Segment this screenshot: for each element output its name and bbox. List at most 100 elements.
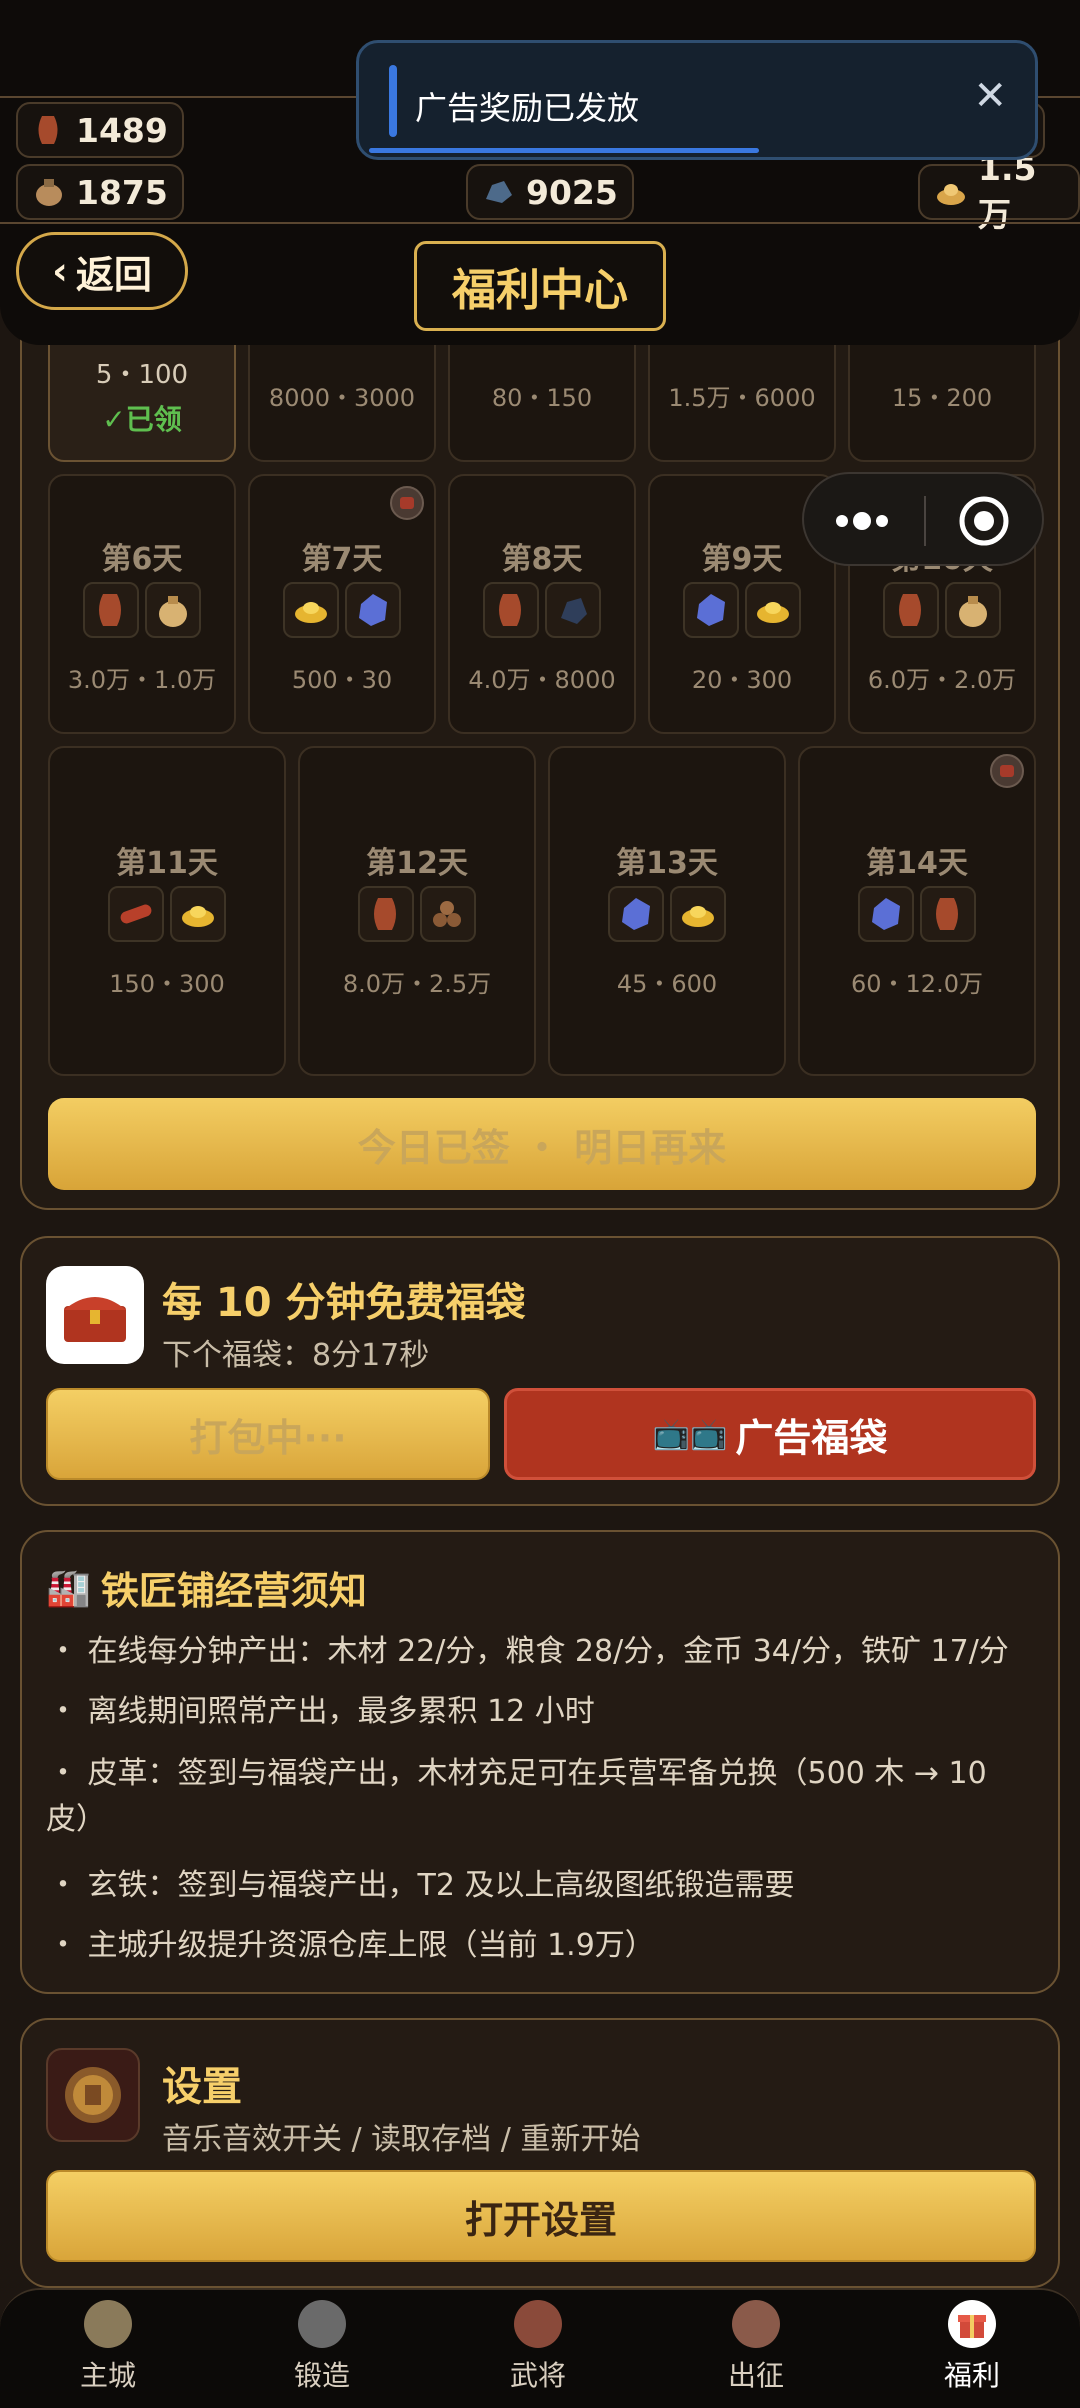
resource-iron: 9025 xyxy=(466,164,634,220)
notice-line: ・ 玄铁：签到与福袋产出，T2 及以上高级图纸锻造需要 xyxy=(48,1868,795,1903)
nav-item-welfare[interactable]: 福利 xyxy=(912,2300,1032,2394)
toast-notification: 广告奖励已发放 ✕ xyxy=(356,40,1038,160)
lucky-bag-card: 每 10 分钟免费福袋 下个福袋：8分17秒 打包中··· 📺📺 广告福袋 xyxy=(20,1236,1060,1506)
day-values: 8.0万・2.5万 xyxy=(342,970,492,998)
day-values: 3.0万・1.0万 xyxy=(67,666,217,694)
day-label: 第12天 xyxy=(366,846,468,881)
leather-icon xyxy=(920,886,976,942)
packing-button[interactable]: 打包中··· xyxy=(46,1388,490,1480)
toast-accent-bar xyxy=(389,65,397,137)
day-values: 1.5万・6000 xyxy=(668,384,816,412)
open-settings-button[interactable]: 打开设置 xyxy=(46,2170,1036,2262)
notice-line: ・ 皮革：签到与福袋产出，木材充足可在兵营军备兑换（500 木 → 10 xyxy=(48,1756,987,1791)
close-icon[interactable]: ✕ xyxy=(973,73,1007,119)
signin-day-7: 第7天 500・30 xyxy=(248,474,436,734)
toast-progress xyxy=(369,148,759,153)
day-label: 第8天 xyxy=(501,542,583,577)
resource-grain: 1875 xyxy=(16,164,184,220)
day-values: 80・150 xyxy=(491,384,593,412)
nav-item-expedition[interactable]: 出征 xyxy=(696,2300,816,2394)
lucky-bag-next: 下个福袋：8分17秒 xyxy=(162,1338,430,1373)
signed-today-button[interactable]: 今日已签 ・ 明日再来 xyxy=(48,1098,1036,1190)
day-values: 15・200 xyxy=(891,384,993,412)
toast-message: 广告奖励已发放 xyxy=(415,89,640,127)
nav-item-generals[interactable]: 武将 xyxy=(478,2300,598,2394)
resource-value: 1875 xyxy=(76,172,168,212)
nav-item-main-city[interactable]: 主城 xyxy=(48,2300,168,2394)
resource-leather: 1489 xyxy=(16,102,184,158)
grain-sack-icon xyxy=(32,175,66,209)
leather-icon xyxy=(358,886,414,942)
tv-icon: 📺📺 xyxy=(652,1416,728,1452)
nav-label: 主城 xyxy=(79,2359,136,2392)
page-title: 福利中心 xyxy=(414,241,666,331)
lucky-bag-title: 每 10 分钟免费福袋 xyxy=(162,1280,526,1326)
leather-icon xyxy=(883,582,939,638)
gold-ingot-icon xyxy=(283,582,339,638)
dark-iron-icon xyxy=(608,886,664,942)
back-label: 返回 xyxy=(75,252,152,297)
wood-icon xyxy=(108,886,164,942)
back-button[interactable]: ‹ 返回 xyxy=(16,232,188,310)
leather-icon xyxy=(483,582,539,638)
more-icon[interactable] xyxy=(804,474,924,568)
settings-title: 设置 xyxy=(162,2064,242,2110)
gold-ingot-icon xyxy=(934,175,968,209)
day-values: 45・600 xyxy=(616,970,718,998)
dark-iron-icon xyxy=(345,582,401,638)
header-divider xyxy=(0,222,1080,224)
signin-day-14: 第14天 60・12.0万 xyxy=(798,746,1036,1076)
dark-iron-icon xyxy=(683,582,739,638)
dark-iron-icon xyxy=(858,886,914,942)
day-label: 第14天 xyxy=(866,846,968,881)
close-miniprogram-icon[interactable] xyxy=(926,474,1046,568)
nav-label: 锻造 xyxy=(293,2359,350,2392)
notice-line: ・ 离线期间照常产出，最多累积 12 小时 xyxy=(48,1694,595,1729)
leather-icon xyxy=(32,113,66,147)
notice-line: ・ 在线每分钟产出：木材 22/分，粮食 28/分，金币 34/分，铁矿 17/… xyxy=(48,1634,1009,1669)
signin-day-12: 第12天 8.0万・2.5万 xyxy=(298,746,536,1076)
treasure-chest-icon xyxy=(46,1266,144,1364)
gold-ingot-icon xyxy=(745,582,801,638)
ad-lucky-bag-button[interactable]: 📺📺 广告福袋 xyxy=(504,1388,1036,1480)
gold-ingot-icon xyxy=(670,886,726,942)
day-values: 150・300 xyxy=(109,970,225,998)
signin-day-13: 第13天 45・600 xyxy=(548,746,786,1076)
day-label: 第7天 xyxy=(301,542,383,577)
day-values: 20・300 xyxy=(691,666,793,694)
day-values: 60・12.0万 xyxy=(851,970,983,998)
settings-card: 设置 音乐音效开关 / 读取存档 / 重新开始 打开设置 xyxy=(20,2018,1060,2288)
signin-day-11: 第11天 150・300 xyxy=(48,746,286,1076)
day-label: 第13天 xyxy=(616,846,718,881)
day-label: 第6天 xyxy=(101,542,183,577)
castle-icon xyxy=(84,2300,132,2348)
signin-day-8: 第8天 4.0万・8000 xyxy=(448,474,636,734)
settings-desc: 音乐音效开关 / 读取存档 / 重新开始 xyxy=(162,2122,641,2157)
grain-sack-icon xyxy=(145,582,201,638)
gift-icon xyxy=(948,2300,996,2348)
nav-label: 出征 xyxy=(727,2359,784,2392)
notice-line: ・ 主城升级提升资源仓库上限（当前 1.9万） xyxy=(48,1928,655,1963)
anvil-icon xyxy=(298,2300,346,2348)
claimed-label: ✓已领 xyxy=(102,403,182,436)
grain-sack-icon xyxy=(945,582,1001,638)
chevron-left-icon: ‹ xyxy=(52,249,68,293)
day-values: 5・100 xyxy=(95,360,189,390)
ad-button-label: 广告福袋 xyxy=(735,1415,888,1460)
day-values: 6.0万・2.0万 xyxy=(867,666,1017,694)
iron-ore-icon xyxy=(545,582,601,638)
notice-card: 🏭 铁匠铺经营须知 ・ 在线每分钟产出：木材 22/分，粮食 28/分，金币 3… xyxy=(20,1530,1060,1994)
lucky-bag-badge-icon xyxy=(390,486,424,520)
resource-value: 1489 xyxy=(76,110,168,150)
day-label: 第11天 xyxy=(116,846,218,881)
leather-icon xyxy=(83,582,139,638)
day-values: 500・30 xyxy=(291,666,393,694)
signin-day-6: 第6天 3.0万・1.0万 xyxy=(48,474,236,734)
iron-ore-icon xyxy=(482,175,516,209)
settings-emblem-icon xyxy=(46,2048,140,2142)
crossed-swords-icon xyxy=(732,2300,780,2348)
nav-item-forge[interactable]: 锻造 xyxy=(262,2300,382,2394)
nav-label: 武将 xyxy=(509,2359,566,2392)
notice-title-row: 🏭 铁匠铺经营须知 xyxy=(46,1560,367,1615)
bottom-nav: 主城 锻造 武将 出征 福利 xyxy=(0,2288,1080,2408)
